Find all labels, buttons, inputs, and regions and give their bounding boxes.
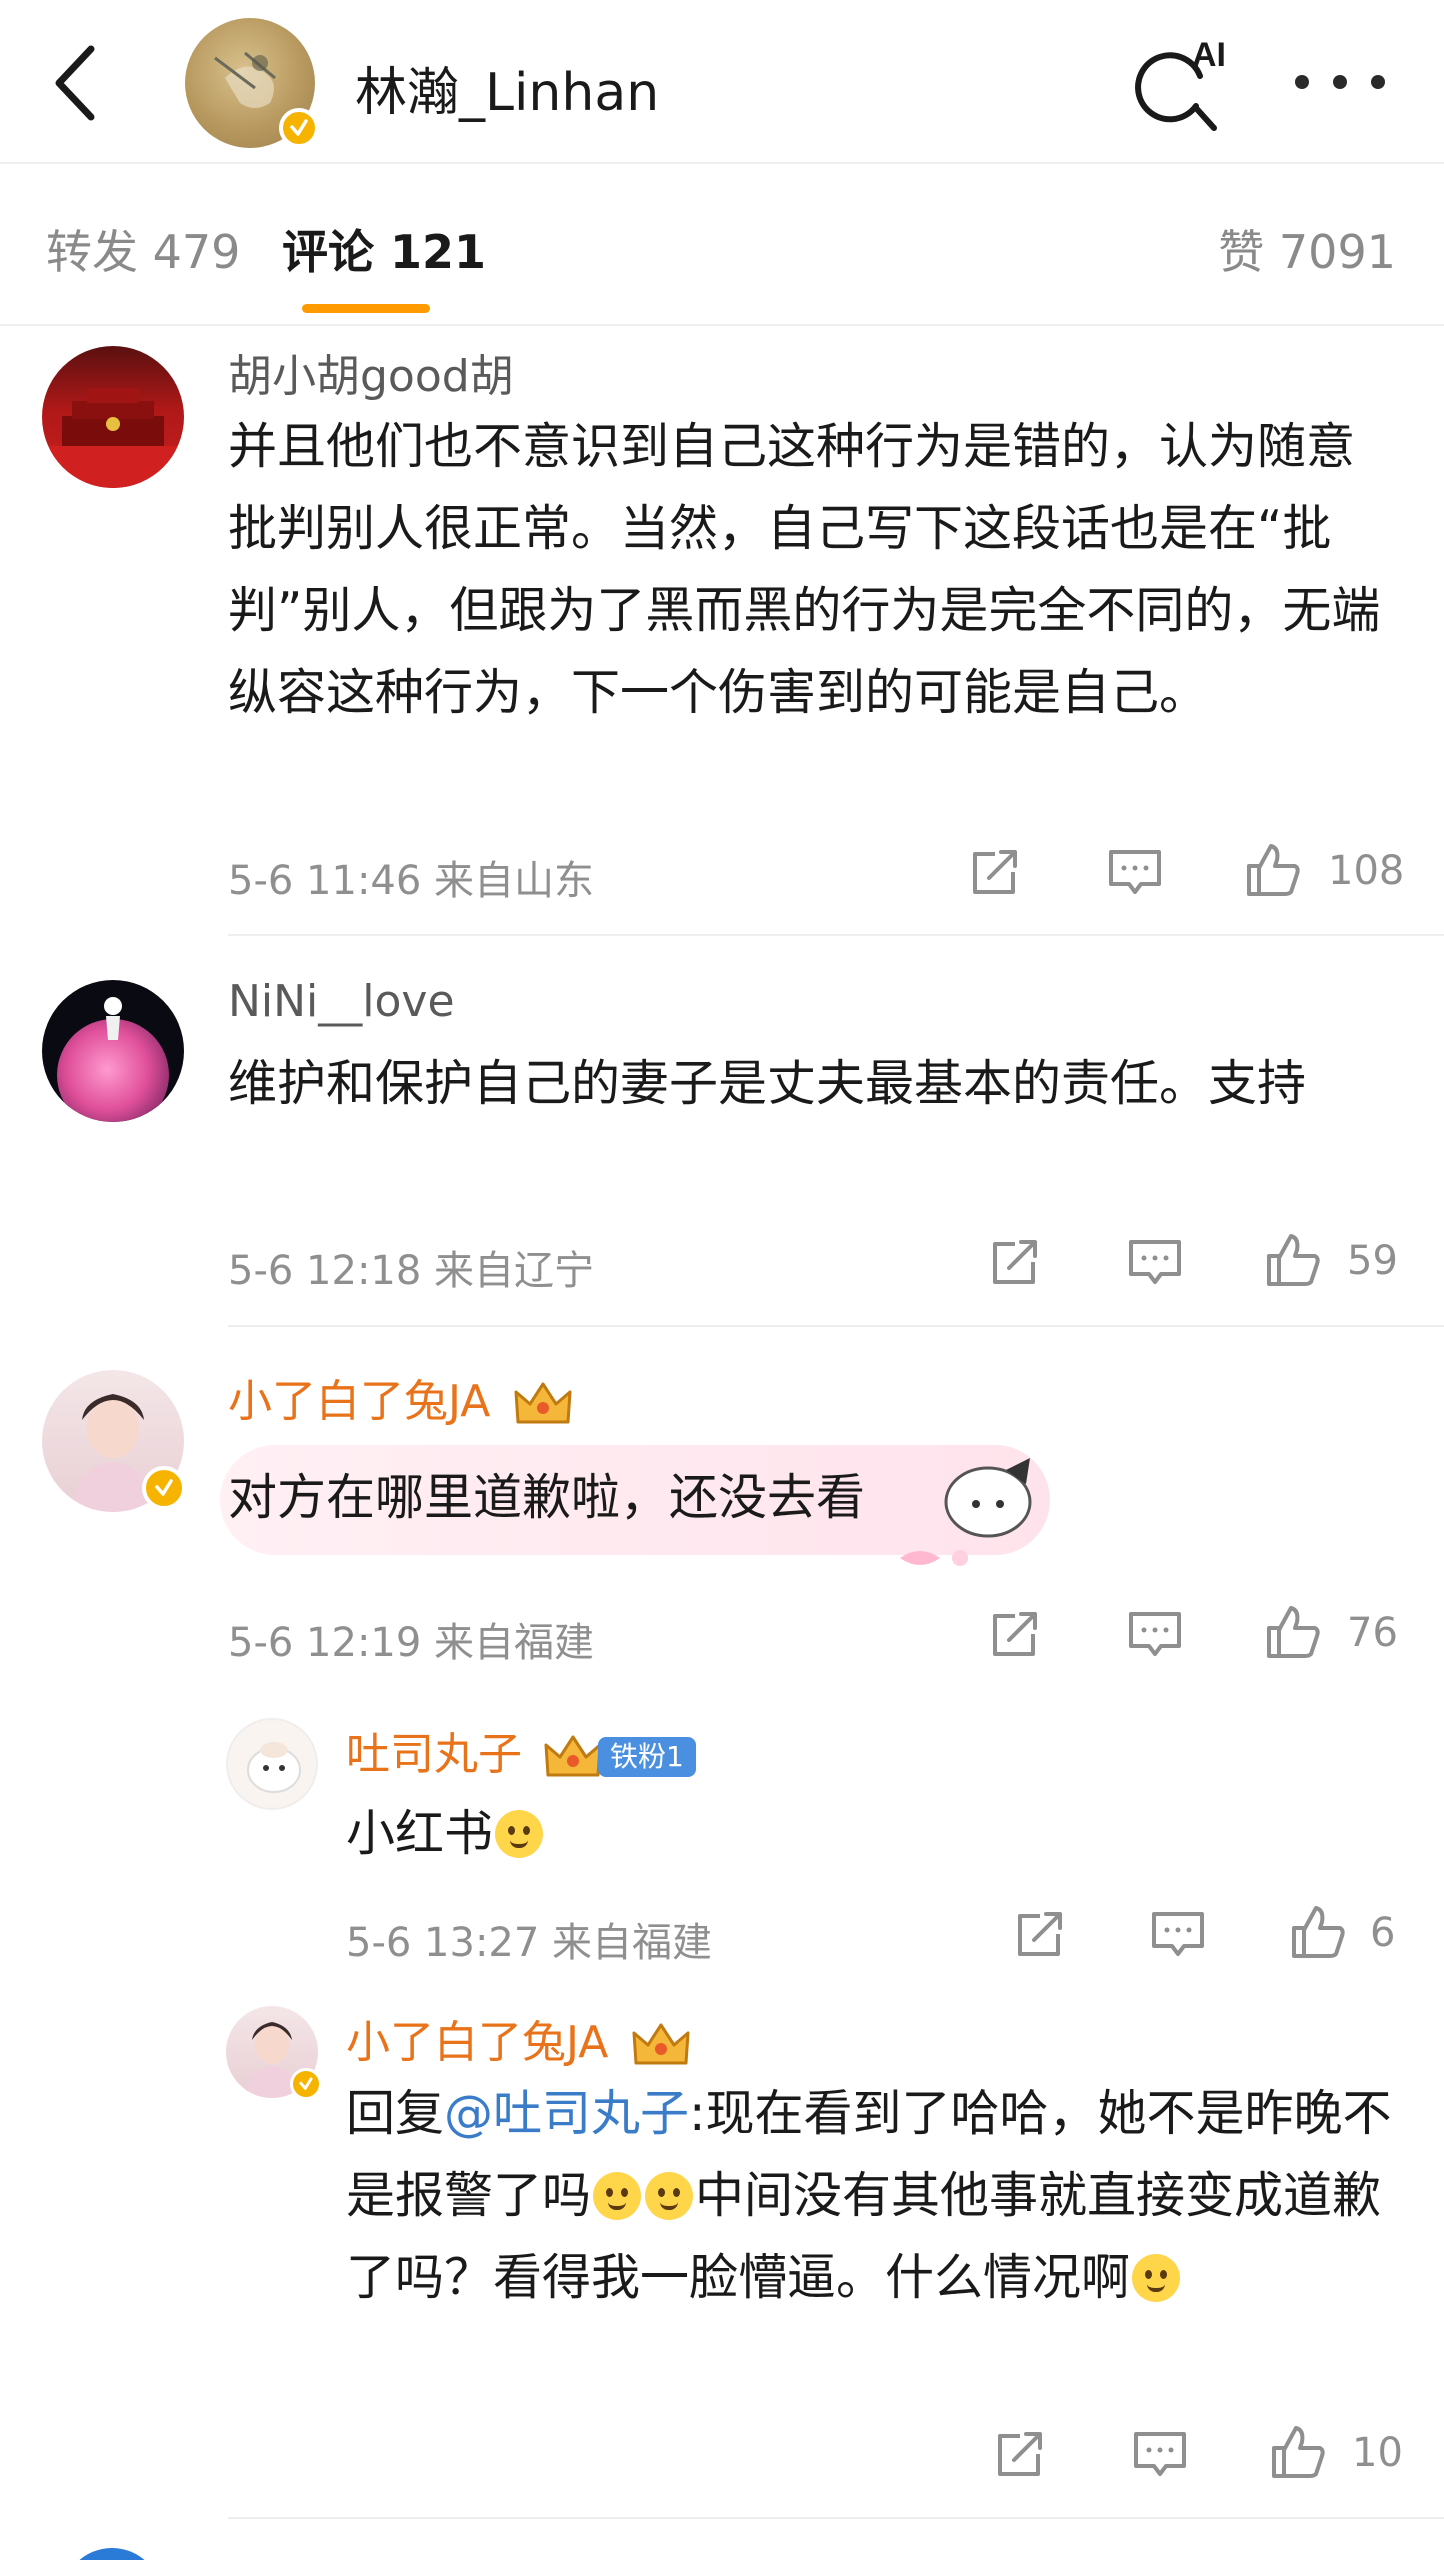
replier-avatar[interactable] [226,2006,322,2100]
comment-icon[interactable] [1125,1232,1185,1292]
verified-badge-icon [279,108,319,148]
like-icon[interactable] [1243,840,1303,900]
replier-name-row: 小了白了兔JA [346,2006,692,2071]
replier-name[interactable]: 小了白了兔JA [346,2017,608,2068]
laugh-cry-emoji-icon [645,2172,694,2220]
comment-meta: 5-6 12:19 来自福建 [228,1620,595,1666]
share-icon[interactable] [990,2424,1050,2484]
comment-meta: 5-6 11:46 来自山东 [228,858,595,904]
commenter-name[interactable]: 胡小胡good胡 [228,340,514,404]
like-icon[interactable] [1263,1230,1323,1290]
divider [228,2517,1444,2519]
tab-reposts[interactable]: 转发 479 [46,216,240,282]
share-icon[interactable] [1010,1904,1070,1964]
like-icon[interactable] [1288,1902,1348,1962]
crown-badge-icon [514,1382,572,1424]
replier-name[interactable]: 吐司丸子 [346,1729,522,1780]
divider [228,1325,1444,1327]
tab-likes[interactable]: 赞 7091 [1218,216,1396,282]
ai-search-icon: AI [1135,36,1226,131]
like-count: 10 [1352,2430,1403,2476]
tab-bar: 转发 479 评论 121 赞 7091 [0,166,1444,326]
author-avatar[interactable] [185,18,319,148]
next-comment-avatar[interactable] [62,2548,162,2560]
ai-search-button[interactable]: AI [1130,36,1240,136]
active-tab-indicator [302,304,430,313]
laugh-cry-emoji-icon [495,1810,544,1858]
share-icon[interactable] [965,842,1025,902]
commenter-avatar[interactable] [42,346,184,488]
reply-prefix: 回复 [346,2085,445,2142]
comment-icon[interactable] [1130,2424,1190,2484]
replier-name-row: 吐司丸子 铁粉1 [346,1718,696,1783]
share-icon[interactable] [985,1604,1045,1664]
commenter-avatar[interactable] [42,980,184,1122]
kitty-sticker-icon [900,1458,1032,1566]
back-button[interactable] [40,38,110,128]
crown-badge-icon [632,2023,690,2065]
comment-text: 维护和保护自己的妻子是丈夫最基本的责任。支持 [228,1055,1307,1112]
comment-meta: 5-6 12:18 来自辽宁 [228,1248,595,1294]
author-name[interactable]: 林瀚_Linhan [355,50,659,125]
like-count: 76 [1347,1610,1398,1656]
fan-level-badge: 铁粉1 [598,1737,696,1777]
commenter-name[interactable]: NiNi__love [228,976,455,1027]
crown-badge-icon [544,1735,602,1777]
weibo-comments-page: 林瀚_Linhan AI 转发 479 评论 121 赞 7091 胡小胡goo… [0,0,1444,2560]
confused-emoji-icon [1132,2254,1181,2302]
like-count: 108 [1328,848,1405,894]
dot-icon [1333,75,1347,89]
chevron-left-icon [55,45,95,121]
tab-comments[interactable]: 评论 121 [282,216,486,282]
commenter-name-row: 小了白了兔JA [228,1365,574,1430]
reply-text: 小红书 [346,1793,545,1875]
dot-icon [1295,75,1309,89]
commenter-avatar[interactable] [42,1370,186,1512]
divider [228,934,1444,936]
dot-icon [1371,75,1385,89]
mention-link[interactable]: @吐司丸子 [444,2085,689,2142]
reply-text: 回复@吐司丸子:现在看到了哈哈，她不是昨晚不是报警了吗 中间没有其他事就直接变成道… [346,2073,1406,2319]
comment-text: 并且他们也不意识到自己这种行为是错的，认为随意批判别人很正常。当然，自己写下这段… [228,418,1381,721]
share-icon[interactable] [985,1232,1045,1292]
comment-icon[interactable] [1148,1904,1208,1964]
like-icon[interactable] [1268,2422,1328,2482]
like-count: 59 [1347,1238,1398,1284]
comment-icon[interactable] [1125,1604,1185,1664]
like-icon[interactable] [1263,1602,1323,1662]
commenter-name[interactable]: 小了白了兔JA [228,1376,490,1427]
comment-icon[interactable] [1105,842,1165,902]
more-options-button[interactable] [1295,60,1385,104]
replier-avatar[interactable] [226,1718,318,1810]
reply-meta: 5-6 13:27 来自福建 [346,1920,713,1966]
verified-badge-icon [290,2068,322,2100]
reply-text-content: 小红书 [346,1805,494,1862]
confused-emoji-icon [593,2172,642,2220]
verified-badge-icon [142,1466,186,1510]
like-count: 6 [1370,1910,1396,1956]
top-bar: 林瀚_Linhan AI [0,0,1444,164]
ai-label: AI [1192,36,1226,74]
